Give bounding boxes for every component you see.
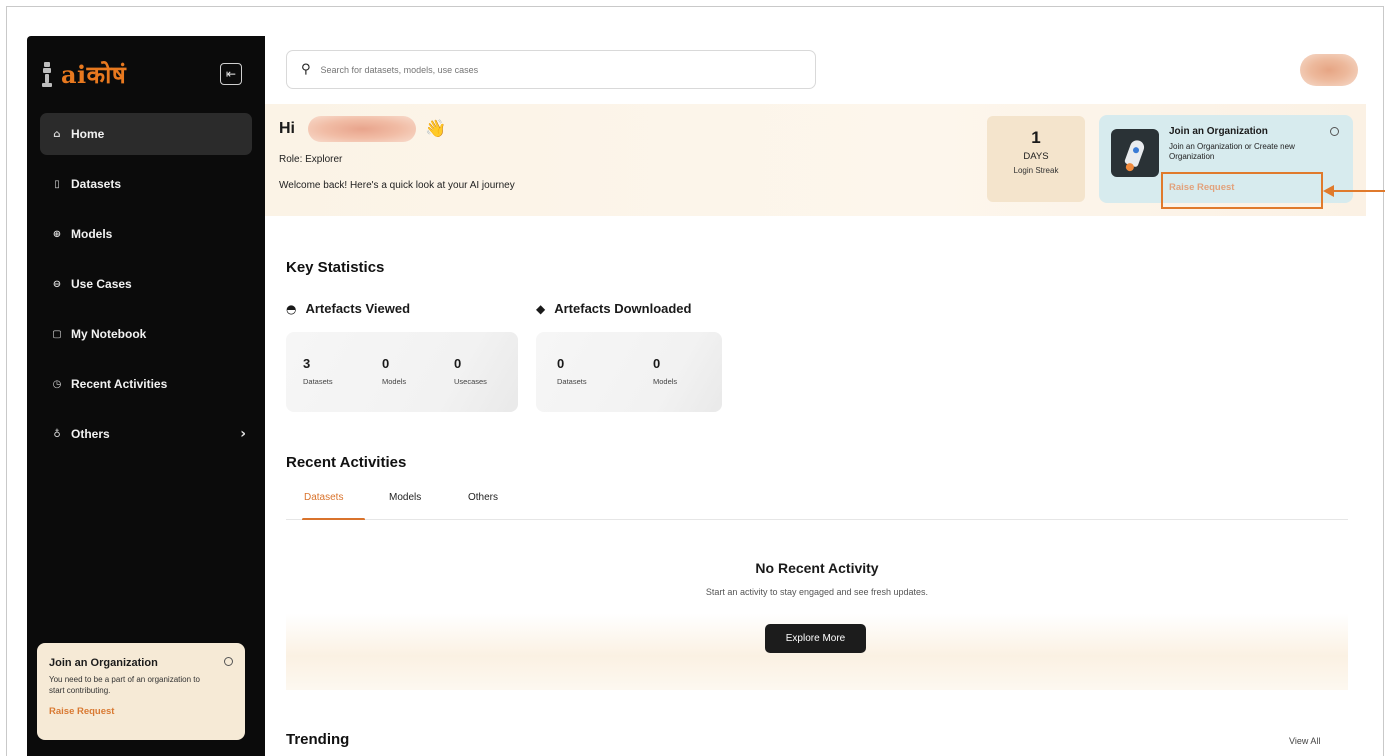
sidebar-item-label: Datasets bbox=[71, 177, 122, 191]
empty-state: No Recent Activity Start an activity to … bbox=[286, 520, 1348, 690]
stat-label: Datasets bbox=[557, 377, 587, 386]
briefcase-icon: ⊖ bbox=[52, 278, 62, 290]
welcome-text: Welcome back! Here's a quick look at you… bbox=[279, 180, 515, 191]
search-bar[interactable]: ⚲ bbox=[286, 50, 816, 89]
stat-label: Models bbox=[653, 377, 678, 386]
logo-text-rest: कोषं bbox=[86, 60, 127, 89]
stat-label: Datasets bbox=[303, 377, 333, 386]
tab-others[interactable]: Others bbox=[468, 492, 498, 520]
database-icon: ▯ bbox=[54, 178, 60, 190]
stat-value: 3 bbox=[303, 356, 311, 371]
sidebar-item-label: Home bbox=[71, 127, 105, 141]
cube-icon: ◆ bbox=[536, 301, 546, 316]
stat-item: 0 Models bbox=[653, 356, 677, 386]
artefacts-viewed-title: Artefacts Viewed bbox=[305, 301, 411, 316]
artefacts-downloaded-heading: ◆ Artefacts Downloaded bbox=[536, 301, 691, 316]
sidebar: aiकोषं ⇤ ⌂ Home ▯ Datasets ⊕ Models ⊖ Us… bbox=[27, 36, 265, 756]
stat-label: Usecases bbox=[454, 377, 487, 386]
clock-icon: ◷ bbox=[52, 378, 62, 390]
emblem-icon bbox=[41, 61, 53, 88]
home-icon: ⌂ bbox=[53, 128, 61, 140]
sidebar-item-others[interactable]: ♁ Others › bbox=[40, 413, 252, 455]
artefacts-viewed-card: 3 Datasets 0 Models 0 Usecases bbox=[286, 332, 518, 412]
sidebar-org-text: You need to be a part of an organization… bbox=[49, 675, 200, 695]
sidebar-item-my-notebook[interactable]: ▢ My Notebook bbox=[40, 313, 252, 355]
recent-activities-title: Recent Activities bbox=[286, 454, 407, 471]
stat-value: 0 bbox=[382, 356, 390, 371]
sidebar-join-org-card: Join an Organization You need to be a pa… bbox=[37, 643, 245, 740]
stat-value: 0 bbox=[557, 356, 565, 371]
user-name-redacted bbox=[308, 116, 416, 142]
model-icon: ⊕ bbox=[52, 228, 62, 240]
sidebar-item-use-cases[interactable]: ⊖ Use Cases bbox=[40, 263, 252, 305]
trending-title: Trending bbox=[286, 731, 350, 748]
info-icon[interactable] bbox=[1330, 127, 1339, 136]
artefacts-downloaded-card: 0 Datasets 0 Models bbox=[536, 332, 722, 412]
explore-more-button[interactable]: Explore More bbox=[765, 624, 866, 653]
search-icon: ⚲ bbox=[301, 62, 311, 77]
logo[interactable]: aiकोषं bbox=[41, 58, 126, 91]
sidebar-raise-request-link[interactable]: Raise Request bbox=[49, 706, 233, 717]
annotation-arrow-icon bbox=[1323, 185, 1385, 197]
stat-value: 0 bbox=[653, 356, 661, 371]
tab-models[interactable]: Models bbox=[389, 492, 421, 520]
sidebar-item-label: Recent Activities bbox=[71, 377, 168, 391]
highlight-box bbox=[1161, 172, 1323, 209]
logo-text: aiकोषं bbox=[61, 58, 126, 91]
key-statistics-title: Key Statistics bbox=[286, 259, 385, 276]
sidebar-nav: ⌂ Home ▯ Datasets ⊕ Models ⊖ Use Cases ▢… bbox=[40, 113, 252, 463]
streak-unit: DAYS bbox=[1023, 151, 1049, 162]
sidebar-org-title: Join an Organization bbox=[49, 657, 158, 669]
stat-label: Models bbox=[382, 377, 407, 386]
org-card-text: Join an Organization or Create new Organ… bbox=[1169, 142, 1295, 162]
avatar[interactable] bbox=[1300, 54, 1358, 86]
search-input[interactable] bbox=[320, 64, 721, 75]
rocket-icon bbox=[1111, 129, 1159, 177]
collapse-sidebar-button[interactable]: ⇤ bbox=[220, 63, 242, 85]
bulb-icon: ♁ bbox=[53, 428, 61, 440]
sidebar-item-datasets[interactable]: ▯ Datasets bbox=[40, 163, 252, 205]
stat-item: 0 Usecases bbox=[454, 356, 487, 386]
tab-datasets[interactable]: Datasets bbox=[301, 492, 367, 521]
sidebar-item-label: Models bbox=[71, 227, 113, 241]
sidebar-item-label: My Notebook bbox=[71, 327, 147, 341]
streak-value: 1 bbox=[1031, 128, 1041, 147]
wave-icon: 👋 bbox=[425, 119, 447, 138]
user-role: Role: Explorer bbox=[279, 154, 343, 165]
logo-text-ai: ai bbox=[61, 60, 87, 89]
sidebar-item-models[interactable]: ⊕ Models bbox=[40, 213, 252, 255]
login-streak-card: 1 DAYS Login Streak bbox=[987, 116, 1085, 202]
eye-icon: ◓ bbox=[286, 301, 297, 316]
sidebar-item-recent-activities[interactable]: ◷ Recent Activities bbox=[40, 363, 252, 405]
artefacts-downloaded-title: Artefacts Downloaded bbox=[554, 301, 692, 316]
sidebar-item-home[interactable]: ⌂ Home bbox=[40, 113, 252, 155]
stat-item: 0 Datasets bbox=[557, 356, 587, 386]
chevron-right-icon: › bbox=[240, 426, 246, 442]
empty-state-title: No Recent Activity bbox=[755, 560, 879, 576]
stat-item: 0 Models bbox=[382, 356, 406, 386]
org-card-title: Join an Organization bbox=[1169, 126, 1268, 137]
info-icon[interactable] bbox=[224, 657, 233, 666]
streak-label: Login Streak bbox=[1013, 166, 1059, 175]
view-all-link[interactable]: View All bbox=[1289, 736, 1320, 746]
stat-value: 0 bbox=[454, 356, 462, 371]
sidebar-item-label: Use Cases bbox=[71, 277, 132, 291]
artefacts-viewed-heading: ◓ Artefacts Viewed bbox=[286, 301, 410, 316]
sidebar-item-label: Others bbox=[71, 427, 110, 441]
notebook-icon: ▢ bbox=[52, 328, 62, 340]
recent-activities-tabs: Datasets Models Others bbox=[286, 492, 1348, 521]
greeting: Hi bbox=[279, 120, 295, 137]
collapse-icon: ⇤ bbox=[225, 67, 237, 81]
empty-state-text: Start an activity to stay engaged and se… bbox=[705, 587, 929, 597]
stat-item: 3 Datasets bbox=[303, 356, 333, 386]
